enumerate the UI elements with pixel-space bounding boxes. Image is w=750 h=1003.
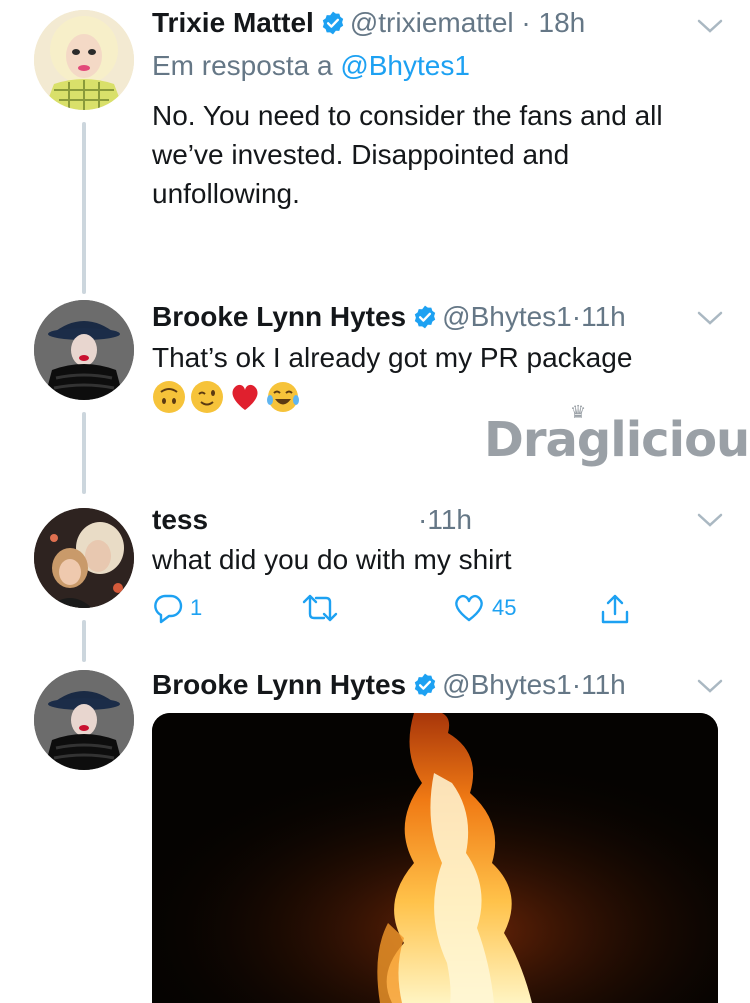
tweet-brooke-2[interactable]: Brooke Lynn Hytes @Bhytes1·11h (0, 0, 750, 1003)
fire-image (152, 713, 718, 1003)
media-video[interactable] (152, 713, 718, 1003)
verified-icon (414, 673, 436, 697)
timestamp[interactable]: 11h (581, 669, 626, 700)
display-name[interactable]: Brooke Lynn Hytes (152, 669, 406, 700)
avatar[interactable] (34, 670, 134, 770)
tweet-header: Brooke Lynn Hytes @Bhytes1·11h (152, 668, 626, 702)
chevron-down-icon[interactable] (696, 678, 724, 694)
separator: · (571, 669, 582, 700)
handle[interactable]: @Bhytes1 (442, 669, 572, 700)
